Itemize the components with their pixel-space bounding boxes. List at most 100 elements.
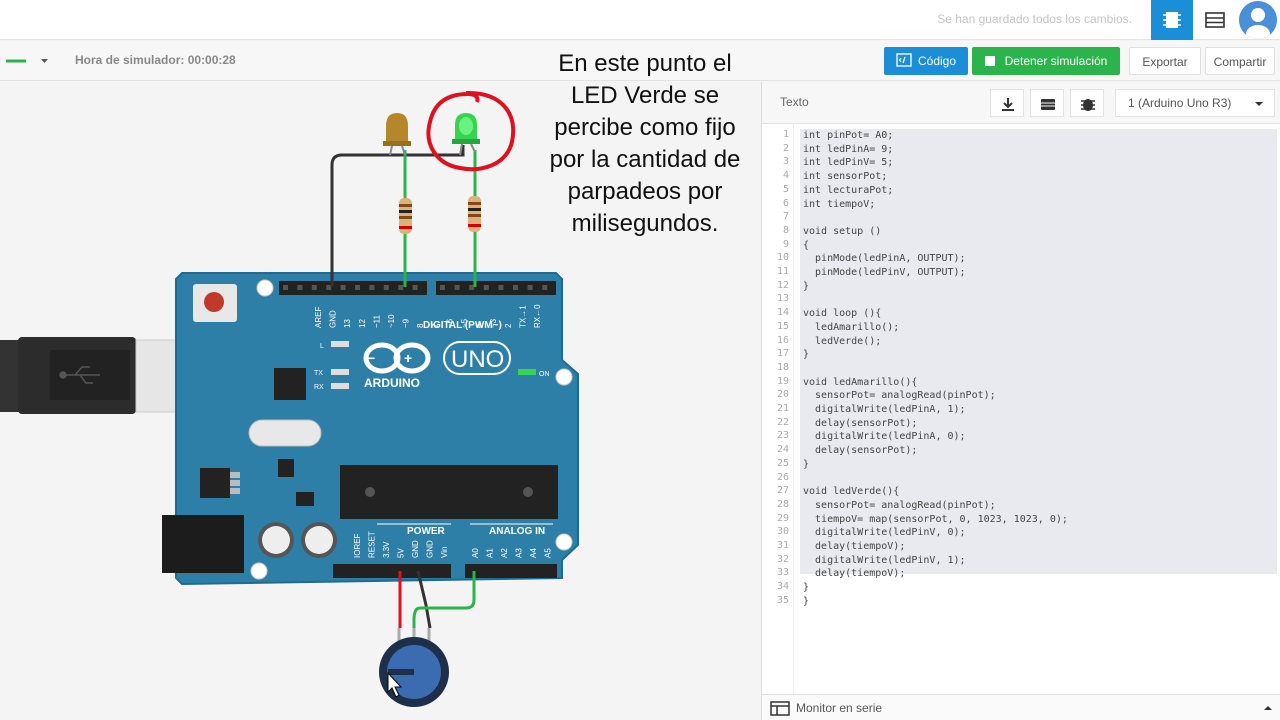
code-line: void ledVerde(){ bbox=[803, 486, 900, 498]
header-pin[interactable] bbox=[383, 285, 389, 290]
tx-label: TX bbox=[314, 370, 323, 377]
code-line: tiempoV= map(sensorPot, 0, 1023, 1023, 0… bbox=[803, 513, 1068, 525]
chevron-down-icon bbox=[41, 59, 48, 63]
header-pin[interactable] bbox=[398, 285, 404, 290]
annotation-line: LED Verde se bbox=[570, 82, 720, 109]
pin-label: Vin bbox=[440, 547, 449, 558]
code-header: Texto 1 (Arduino Uno R3) bbox=[762, 82, 1280, 124]
line-number: 3 bbox=[782, 156, 789, 168]
annotation-line: En este punto el bbox=[558, 50, 732, 77]
header-pin[interactable] bbox=[469, 285, 475, 290]
serial-monitor-icon bbox=[770, 701, 790, 716]
pin-label: 5V bbox=[397, 548, 406, 558]
annotation-text: En este punto el LED Verde se percibe como… bbox=[530, 48, 760, 240]
code-line: sensorPot= analogRead(pinPot); bbox=[803, 390, 996, 402]
user-avatar[interactable] bbox=[1239, 1, 1277, 39]
board-brand: ARDUINO bbox=[364, 376, 420, 390]
line-number: 27 bbox=[776, 485, 789, 497]
library-button[interactable] bbox=[1030, 89, 1064, 117]
code-line: digitalWrite(ledPinA, 1); bbox=[803, 404, 966, 415]
list-view-button[interactable] bbox=[1197, 0, 1233, 40]
header-pin[interactable] bbox=[355, 285, 360, 290]
line-number: 23 bbox=[776, 430, 789, 442]
rx-label: RX bbox=[314, 384, 324, 391]
header-pin[interactable] bbox=[326, 285, 332, 290]
code-line: int sensorPot; bbox=[803, 171, 888, 183]
line-number: 8 bbox=[782, 224, 789, 236]
led-green bbox=[452, 113, 480, 156]
pin-label: ~11 bbox=[372, 314, 381, 328]
header-pin[interactable] bbox=[369, 285, 375, 290]
line-number: 26 bbox=[776, 471, 789, 483]
power-label: POWER bbox=[407, 526, 446, 537]
share-button[interactable]: Compartir bbox=[1205, 47, 1275, 75]
header-pin[interactable] bbox=[311, 285, 317, 290]
line-number: 17 bbox=[776, 348, 789, 360]
bug-icon bbox=[1081, 99, 1095, 111]
header-pin[interactable] bbox=[483, 285, 489, 290]
download-button[interactable] bbox=[990, 89, 1024, 117]
line-number: 33 bbox=[776, 567, 789, 579]
wire-color-select[interactable] bbox=[0, 49, 56, 73]
editor-mode-label[interactable]: Texto bbox=[780, 95, 809, 109]
line-number: 2 bbox=[782, 142, 789, 154]
line-number: 18 bbox=[776, 361, 789, 373]
header-pin[interactable] bbox=[440, 285, 445, 290]
code-line: } bbox=[803, 349, 810, 361]
led-yellow bbox=[383, 113, 411, 156]
header-pin[interactable] bbox=[542, 285, 548, 290]
code-line: delay(sensorPot); bbox=[803, 417, 918, 429]
annotation-line: milisegundos. bbox=[571, 210, 719, 237]
code-line: pinMode(ledPinA, OUTPUT); bbox=[803, 253, 966, 265]
header-pin[interactable] bbox=[283, 285, 288, 290]
line-number: 19 bbox=[776, 375, 789, 387]
export-button[interactable]: Exportar bbox=[1129, 47, 1201, 75]
code-button[interactable]: Código bbox=[884, 47, 968, 75]
code-line: delay(sensorPot); bbox=[803, 445, 918, 457]
header-pin[interactable] bbox=[513, 285, 518, 290]
power-jack bbox=[162, 515, 244, 573]
code-line: digitalWrite(ledPinA, 0); bbox=[803, 431, 966, 443]
stop-simulation-button[interactable]: Detener simulación bbox=[972, 47, 1120, 75]
components-button[interactable] bbox=[1151, 0, 1193, 40]
pin-label: 8 bbox=[416, 323, 425, 328]
resistor-yellow bbox=[399, 198, 412, 234]
pin-label: A5 bbox=[544, 548, 553, 558]
line-number: 11 bbox=[776, 266, 789, 277]
header-pin[interactable] bbox=[297, 285, 303, 290]
pin-label: 13 bbox=[343, 319, 352, 328]
header-pin[interactable] bbox=[412, 285, 418, 290]
header-pin[interactable] bbox=[498, 285, 504, 290]
stop-button-label: Detener simulación bbox=[1004, 54, 1108, 68]
code-area[interactable]: 1 2 3 4 5 6 7 8 9 10 11 12 13 14 15 16 17 18 19 20 21 22 23 24 2… bbox=[762, 124, 1280, 694]
pin-label: ~5 bbox=[460, 318, 469, 328]
header-pin[interactable] bbox=[340, 285, 346, 290]
header-pin[interactable] bbox=[454, 285, 460, 290]
code-line: int tiempoV; bbox=[803, 198, 876, 210]
line-number: 20 bbox=[776, 389, 789, 401]
line-number: 21 bbox=[776, 403, 789, 414]
code-line: int lecturaPot; bbox=[803, 184, 894, 196]
serial-monitor-bar[interactable]: Monitor en serie bbox=[762, 694, 1280, 720]
code-line: { bbox=[803, 239, 810, 251]
top-bar: Se han guardado todos los cambios. bbox=[0, 0, 1280, 40]
power-header bbox=[333, 564, 451, 578]
line-number: 16 bbox=[776, 334, 789, 346]
chip-icon bbox=[1163, 12, 1181, 28]
code-line: pinMode(ledPinV, OUTPUT); bbox=[803, 267, 966, 278]
l-led-label: L bbox=[320, 343, 324, 350]
code-icon bbox=[896, 53, 912, 67]
code-line: ledAmarillo(); bbox=[803, 321, 900, 333]
code-line: } bbox=[803, 595, 810, 607]
crystal bbox=[248, 419, 322, 447]
code-line: } bbox=[803, 582, 810, 594]
pin-label: ~6 bbox=[445, 318, 454, 328]
board-select[interactable]: 1 (Arduino Uno R3) bbox=[1115, 89, 1275, 117]
board-select-value: 1 (Arduino Uno R3) bbox=[1128, 96, 1232, 110]
header-pin[interactable] bbox=[527, 285, 533, 290]
pin-label: A0 bbox=[471, 548, 480, 558]
code-line: void loop (){ bbox=[803, 308, 882, 320]
line-number: 35 bbox=[776, 594, 789, 606]
line-number: 10 bbox=[776, 252, 789, 264]
debugger-button[interactable] bbox=[1070, 89, 1104, 117]
